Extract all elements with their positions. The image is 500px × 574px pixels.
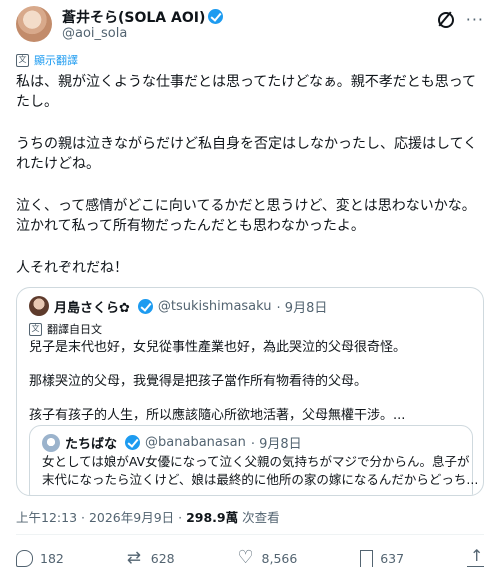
tweet-paragraph: 私は、親が泣くような仕事だとは思ってたけどなぁ。親不孝だとも思ってたし。: [16, 74, 477, 110]
bookmark-icon: [360, 549, 374, 567]
nested-quote-author-handle: @banabanasan: [145, 435, 246, 450]
author-avatar[interactable]: [16, 6, 52, 42]
bookmark-button[interactable]: 637: [360, 549, 405, 567]
reply-count: 182: [40, 550, 64, 566]
tweet-paragraph: 人それぞれだね！: [16, 260, 128, 276]
quote-translated-label: 翻譯自日文: [47, 323, 102, 336]
tweet-text: 私は、親が泣くような仕事だとは思ってたけどなぁ。親不孝だとも思ってたし。 うちの…: [16, 72, 486, 300]
nested-quote-line: 末代になったら泣くけど、娘は最終的に他所の家の嫁になるんだからどっち...: [42, 472, 479, 487]
quote-avatar: [29, 296, 49, 316]
retweet-button[interactable]: 628: [127, 548, 175, 568]
quoted-tweet[interactable]: 月島さくら✿ @tsukishimasaku · 9月8日 文 翻譯自日文 兒子…: [16, 287, 484, 496]
author-handle[interactable]: @aoi_sola: [62, 26, 127, 41]
tweet-paragraph: うちの親は泣きながらだけど私自身を否定はしなかったし、応援はしてくれたけどね。: [16, 136, 478, 172]
quote-author-name: 月島さくら✿: [54, 300, 130, 316]
reply-icon: [16, 549, 33, 567]
quote-author-handle: @tsukishimasaku: [157, 298, 272, 314]
grok-icon[interactable]: [437, 12, 454, 28]
verified-badge-icon[interactable]: [208, 9, 224, 24]
share-button[interactable]: [467, 546, 484, 567]
reply-button[interactable]: 182: [16, 549, 64, 567]
author-name[interactable]: 蒼井そら(SOLA AOI): [62, 10, 205, 26]
show-translation-label[interactable]: 顯示翻譯: [34, 52, 78, 68]
nested-quote-date: · 9月8日: [250, 437, 302, 452]
tweet-paragraph: 泣く、って感情がどこに向いてるかだと思うけど、変とは思わないかな。泣かれて私って…: [16, 198, 476, 234]
quote-date: · 9月8日: [276, 300, 328, 316]
translate-icon: 文: [29, 322, 42, 336]
nested-quote-line: 女としては娘がAV女優になって泣く父親の気持ちがマジで分からん。息子が: [42, 454, 470, 469]
verified-badge-icon: [137, 298, 153, 314]
divider: [16, 534, 484, 535]
views-count: 298.9萬: [186, 510, 239, 525]
share-icon: [467, 546, 484, 567]
author-name-row[interactable]: 蒼井そら(SOLA AOI): [62, 7, 224, 27]
quote-translated-row: 文 翻譯自日文: [29, 321, 102, 337]
like-button[interactable]: 8,566: [238, 547, 298, 568]
more-icon[interactable]: ···: [466, 12, 484, 28]
timestamp[interactable]: 上午12:13 · 2026年9月9日 ·: [16, 510, 186, 525]
verified-badge-icon: [125, 435, 141, 450]
like-icon: [238, 547, 255, 568]
like-count: 8,566: [261, 550, 298, 566]
tweet-header: 蒼井そら(SOLA AOI) @aoi_sola ···: [16, 6, 484, 44]
nested-quote-text: 女としては娘がAV女優になって泣く父親の気持ちがマジで分からん。息子が 末代にな…: [42, 453, 479, 489]
action-bar: 182 628 8,566 637: [16, 546, 484, 568]
quote-line: 兒子是末代也好，女兒從事性產業也好，為此哭泣的父母很奇怪。: [29, 340, 407, 355]
retweet-count: 628: [150, 550, 175, 566]
nested-quote-author-name: たちばな: [65, 437, 118, 452]
quote-line: 孩子有孩子的人生，所以應該隨心所欲地活著，父母無權干涉。...: [29, 408, 406, 423]
quote-line: 那樣哭泣的父母，我覺得是把孩子當作所有物看待的父母。: [29, 374, 368, 389]
quote-header: 月島さくら✿ @tsukishimasaku · 9月8日: [29, 296, 327, 316]
header-actions: ···: [437, 10, 484, 30]
translate-icon: 文: [16, 53, 29, 67]
views-label: 次查看: [238, 510, 280, 525]
retweet-icon: [127, 548, 144, 568]
tweet-meta: 上午12:13 · 2026年9月9日 · 298.9萬 次查看: [16, 507, 280, 526]
show-translation[interactable]: 文 顯示翻譯: [16, 52, 78, 68]
bookmark-count: 637: [380, 550, 405, 566]
nested-quoted-tweet[interactable]: たちばな @banabanasan · 9月8日 女としては娘がAV女優になって…: [29, 425, 479, 495]
nested-quote-avatar: [42, 433, 60, 452]
nested-quote-header: たちばな @banabanasan · 9月8日: [42, 433, 302, 452]
